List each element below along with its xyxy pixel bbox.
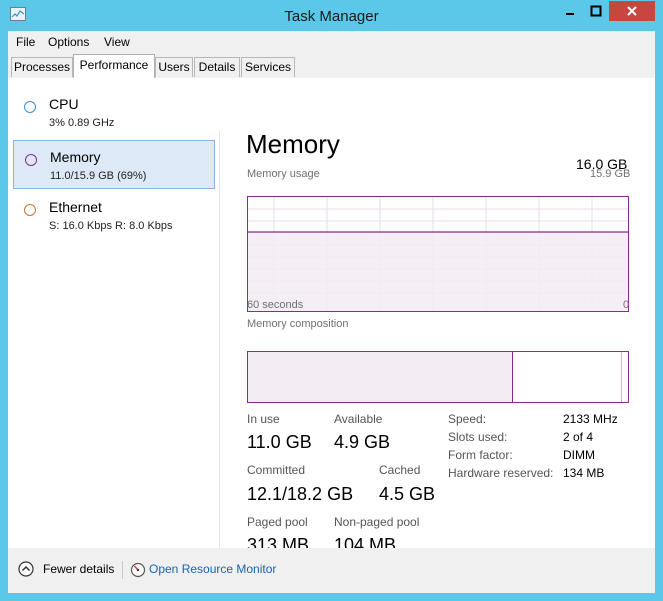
ethernet-indicator-icon bbox=[24, 204, 36, 216]
close-button[interactable] bbox=[609, 1, 655, 21]
cached-label: Cached bbox=[379, 463, 421, 477]
page-title: Memory bbox=[246, 129, 340, 159]
in-use-value: 11.0 GB bbox=[247, 432, 312, 452]
committed-label: Committed bbox=[247, 463, 306, 477]
maximize-button[interactable] bbox=[583, 1, 609, 21]
in-use-label: In use bbox=[247, 412, 280, 426]
chevron-up-icon[interactable] bbox=[18, 561, 34, 577]
menu-view[interactable]: View bbox=[104, 35, 130, 49]
performance-panel: CPU 3% 0.89 GHz Memory 11.0/15.9 GB (69%… bbox=[8, 78, 655, 555]
sidebar-item-memory[interactable]: Memory 11.0/15.9 GB (69%) bbox=[13, 140, 215, 189]
tab-performance[interactable]: Performance bbox=[73, 54, 155, 78]
slots-used-value: 2 of 4 bbox=[563, 430, 594, 444]
sidebar-item-title: CPU bbox=[49, 96, 79, 112]
menu-options[interactable]: Options bbox=[48, 35, 89, 49]
task-manager-window: Task Manager File Options View Processes… bbox=[0, 0, 663, 601]
available-value: 4.9 GB bbox=[334, 432, 391, 452]
hardware-reserved-value: 134 MB bbox=[563, 466, 605, 480]
paged-pool-label: Paged pool bbox=[247, 515, 308, 529]
footer-bar: Fewer details Open Resource Monitor bbox=[8, 548, 655, 593]
menu-bar: File Options View bbox=[8, 31, 655, 53]
sidebar-item-cpu[interactable]: CPU 3% 0.89 GHz bbox=[13, 88, 215, 137]
tab-strip: Processes Performance Users Details Serv… bbox=[8, 53, 655, 79]
minimize-button[interactable] bbox=[557, 1, 583, 21]
time-axis-left: 60 seconds bbox=[247, 299, 304, 311]
sidebar-item-title: Ethernet bbox=[49, 199, 102, 215]
composition-standby bbox=[621, 352, 622, 402]
sidebar-item-subtitle: 11.0/15.9 GB (69%) bbox=[50, 170, 147, 182]
sidebar-item-subtitle: S: 16.0 Kbps R: 8.0 Kbps bbox=[49, 220, 173, 232]
committed-value: 12.1/18.2 GB bbox=[247, 484, 354, 504]
speed-label: Speed: bbox=[448, 412, 487, 426]
sidebar-item-title: Memory bbox=[50, 149, 101, 165]
memory-usage-max: 15.9 GB bbox=[590, 168, 631, 180]
available-label: Available bbox=[334, 412, 383, 426]
time-axis-right: 0 bbox=[623, 299, 630, 311]
memory-composition-label: Memory composition bbox=[247, 318, 349, 330]
form-factor-label: Form factor: bbox=[448, 448, 513, 462]
memory-usage-graph bbox=[247, 196, 629, 312]
tab-services[interactable]: Services bbox=[241, 57, 295, 77]
slots-used-label: Slots used: bbox=[448, 430, 508, 444]
sidebar-item-subtitle: 3% 0.89 GHz bbox=[49, 117, 115, 129]
minimize-icon bbox=[566, 13, 574, 15]
tab-processes[interactable]: Processes bbox=[11, 57, 73, 77]
cpu-indicator-icon bbox=[24, 101, 36, 113]
memory-composition-bar bbox=[247, 351, 629, 403]
memory-usage-area bbox=[248, 232, 628, 311]
sidebar-item-ethernet[interactable]: Ethernet S: 16.0 Kbps R: 8.0 Kbps bbox=[13, 191, 215, 240]
footer-divider bbox=[122, 561, 123, 579]
panel-divider bbox=[219, 131, 220, 551]
resource-monitor-icon bbox=[130, 562, 146, 578]
client-area: File Options View Processes Performance … bbox=[8, 31, 655, 593]
maximize-icon bbox=[590, 5, 602, 17]
memory-indicator-icon bbox=[25, 154, 37, 166]
menu-file[interactable]: File bbox=[16, 35, 35, 49]
close-icon bbox=[627, 6, 637, 16]
speed-value: 2133 MHz bbox=[563, 412, 618, 426]
open-resource-monitor-link[interactable]: Open Resource Monitor bbox=[149, 562, 276, 576]
tab-users[interactable]: Users bbox=[155, 57, 193, 77]
fewer-details-button[interactable]: Fewer details bbox=[43, 562, 114, 576]
cached-value: 4.5 GB bbox=[379, 484, 436, 504]
form-factor-value: DIMM bbox=[563, 448, 595, 462]
non-paged-pool-label: Non-paged pool bbox=[334, 515, 420, 529]
hardware-reserved-label: Hardware reserved: bbox=[448, 466, 554, 480]
memory-usage-label: Memory usage bbox=[247, 168, 320, 180]
title-bar[interactable]: Task Manager bbox=[0, 0, 663, 31]
tab-details[interactable]: Details bbox=[194, 57, 240, 77]
composition-in-use bbox=[248, 352, 513, 402]
